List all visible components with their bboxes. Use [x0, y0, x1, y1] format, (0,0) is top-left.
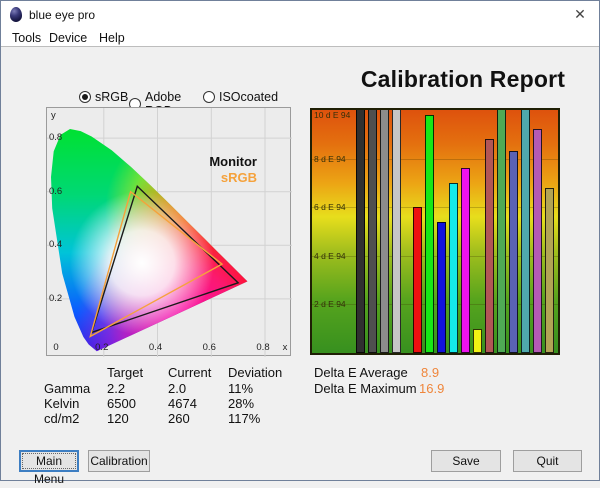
- calibration-button[interactable]: Calibration: [88, 450, 150, 472]
- spectral-locus-fill: [47, 108, 292, 357]
- save-button[interactable]: Save: [431, 450, 501, 472]
- radio-isocoated[interactable]: ISOcoated: [203, 90, 278, 104]
- x-tick-label: 0.6: [196, 342, 222, 353]
- bar-dark-gray: [368, 110, 377, 353]
- x-tick-label: 0: [51, 342, 61, 353]
- bar-red: [413, 207, 422, 353]
- y-tick-label: 0.2: [49, 293, 62, 304]
- window-title: blue eye pro: [29, 8, 95, 22]
- y-tick-label: 0.8: [49, 132, 62, 143]
- bar-black: [356, 110, 365, 353]
- bar-orchid: [533, 129, 542, 353]
- bar-slate-blue: [509, 151, 518, 353]
- radio-circle-icon: [79, 91, 91, 103]
- bar-cyan: [449, 183, 458, 353]
- quit-button[interactable]: Quit: [513, 450, 582, 472]
- row-label-gamma: Gamma: [44, 381, 90, 396]
- bar-gray: [380, 110, 389, 353]
- row-label-cdm2: cd/m2: [44, 411, 79, 426]
- kelvin-current: 4674: [168, 396, 197, 411]
- gamma-current: 2.0: [168, 381, 186, 396]
- legend-monitor: Monitor: [209, 154, 257, 169]
- focus-rect: [22, 453, 76, 469]
- de94-axis-label: 4 d E 94: [314, 251, 346, 261]
- de94-axis-label: 8 d E 94: [314, 154, 346, 164]
- bar-blue: [437, 222, 446, 353]
- gamut-diagram: 0 0.2 0.4 0.6 0.8 x y 0.8 0.6 0.4 0.2 Monitor sRGB: [46, 107, 291, 356]
- radio-circle-icon: [203, 91, 215, 103]
- x-tick-label: 0.4: [143, 342, 169, 353]
- col-header-deviation: Deviation: [228, 365, 282, 380]
- bar-dark-khaki: [545, 188, 554, 353]
- bar-sea-green: [497, 110, 506, 353]
- col-header-target: Target: [107, 365, 143, 380]
- col-header-current: Current: [168, 365, 211, 380]
- menu-device[interactable]: Device: [46, 30, 90, 46]
- x-tick-label: 0.8: [250, 342, 276, 353]
- app-window: blue eye pro ✕ Tools Device Help sRGB Ad…: [0, 0, 600, 481]
- menu-help[interactable]: Help: [96, 30, 128, 46]
- delta-e-chart: 10 d E 94 8 d E 94 6 d E 94 4 d E 94 2 d E 9…: [310, 108, 560, 355]
- page-title: Calibration Report: [335, 66, 591, 93]
- delta-e-maximum-value: 16.9: [419, 381, 444, 396]
- x-axis-label: x: [280, 342, 290, 353]
- cdm2-current: 260: [168, 411, 190, 426]
- de94-axis-label: 2 d E 94: [314, 299, 346, 309]
- row-label-kelvin: Kelvin: [44, 396, 79, 411]
- delta-e-average-value: 8.9: [421, 365, 439, 380]
- y-tick-label: 0.4: [49, 239, 62, 250]
- delta-e-maximum-label: Delta E Maximum: [314, 381, 417, 396]
- cdm2-deviation: 117%: [228, 411, 260, 426]
- gamma-deviation: 11%: [228, 381, 253, 396]
- bar-green: [425, 115, 434, 353]
- kelvin-deviation: 28%: [228, 396, 254, 411]
- y-axis-label: y: [51, 110, 56, 121]
- content-area: sRGB Adobe RGB ISOcoated: [1, 48, 599, 480]
- de94-axis-label: 10 d E 94: [314, 110, 350, 120]
- gamut-svg: [47, 108, 292, 357]
- bar-brown: [485, 139, 494, 353]
- radio-srgb[interactable]: sRGB: [79, 90, 128, 104]
- cdm2-target: 120: [107, 411, 129, 426]
- legend-srgb: sRGB: [221, 170, 257, 185]
- y-tick-label: 0.6: [49, 186, 62, 197]
- bar-magenta: [461, 168, 470, 353]
- gamma-target: 2.2: [107, 381, 125, 396]
- title-bar: blue eye pro ✕: [1, 1, 599, 28]
- kelvin-target: 6500: [107, 396, 136, 411]
- bar-yellow: [473, 329, 482, 353]
- bar-teal: [521, 110, 530, 353]
- app-egg-icon: [10, 7, 22, 22]
- menu-tools[interactable]: Tools: [9, 30, 44, 46]
- delta-e-bars: 10 d E 94 8 d E 94 6 d E 94 4 d E 94 2 d E 9…: [312, 110, 558, 353]
- bar-light-gray: [392, 110, 401, 353]
- main-menu-button[interactable]: Main Menu: [19, 450, 79, 472]
- x-tick-label: 0.2: [89, 342, 115, 353]
- close-icon[interactable]: ✕: [569, 5, 591, 24]
- menu-bar: Tools Device Help: [1, 28, 599, 47]
- de94-axis-label: 6 d E 94: [314, 202, 346, 212]
- delta-e-average-label: Delta E Average: [314, 365, 408, 380]
